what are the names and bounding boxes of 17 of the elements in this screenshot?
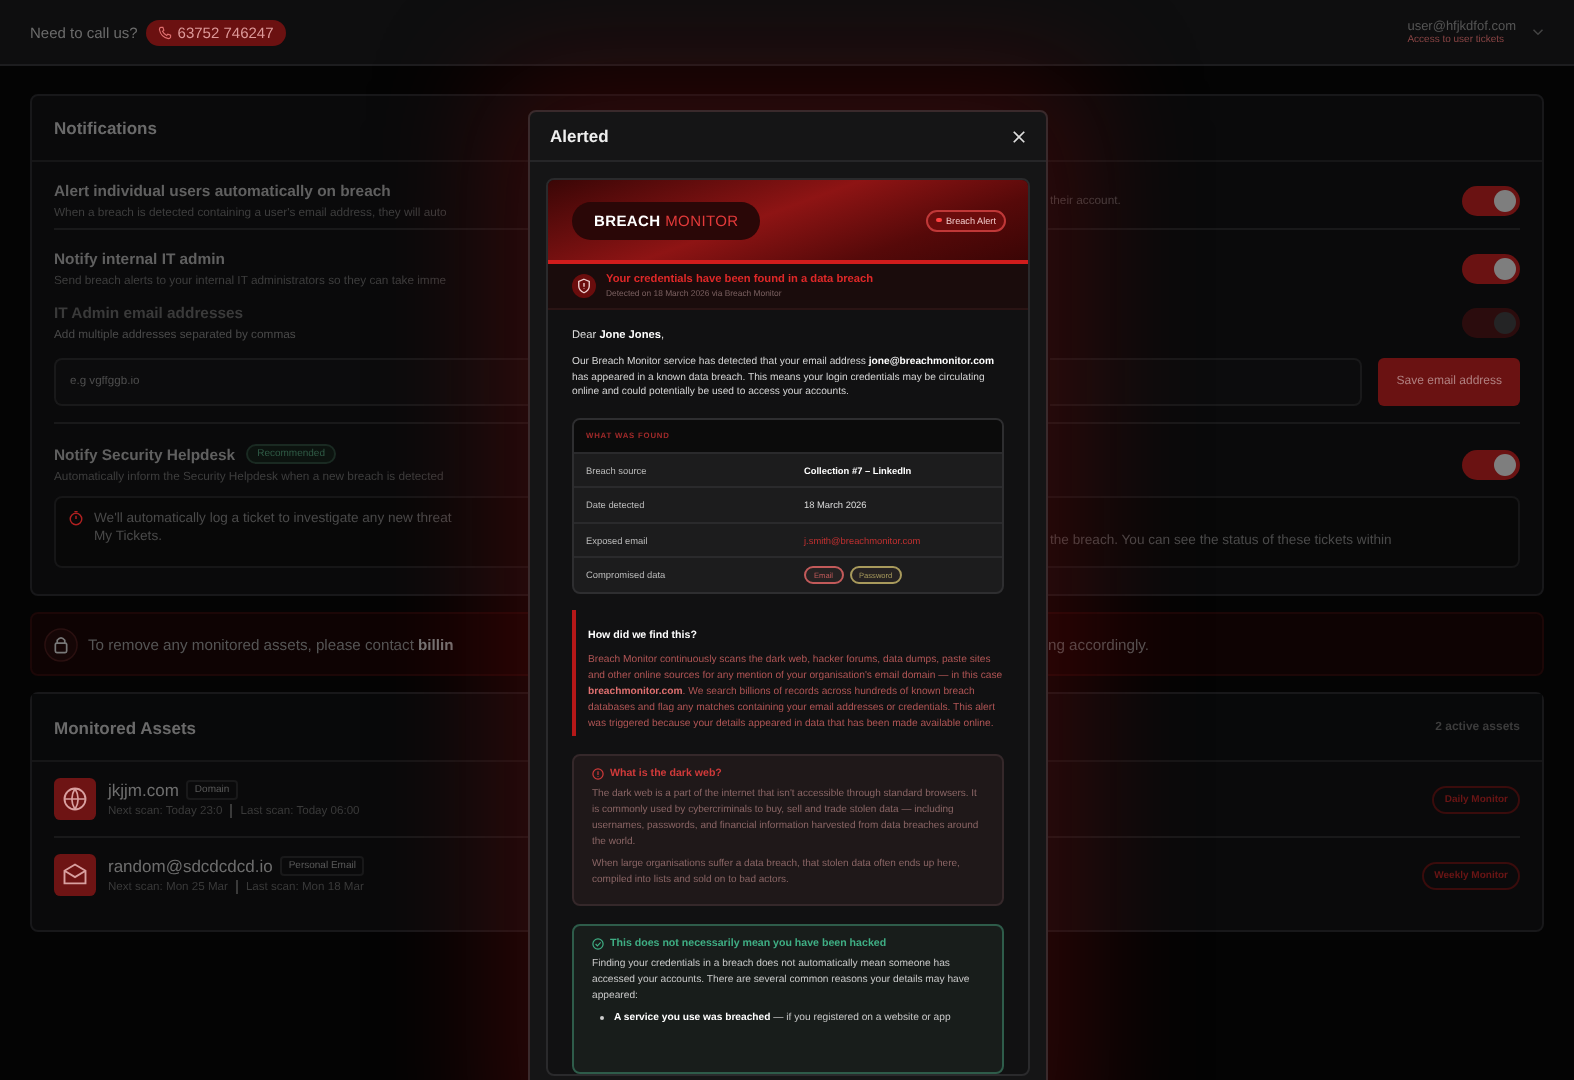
toggle-switch[interactable]: [1462, 254, 1520, 284]
dialog-title: Alerted: [550, 126, 609, 146]
toggle-switch[interactable]: [1462, 449, 1520, 479]
close-icon[interactable]: [1012, 129, 1026, 143]
phone-icon: [157, 25, 172, 39]
card-title: Notifications: [54, 118, 157, 138]
shield-icon: [572, 274, 596, 298]
toggle-switch[interactable]: [1462, 186, 1520, 216]
stopwatch-icon: [68, 510, 84, 526]
envelope-icon: [54, 854, 96, 896]
info-icon: [592, 767, 604, 780]
globe-icon: [54, 778, 96, 820]
lock-icon: [44, 627, 78, 661]
check-circle-icon: [592, 937, 604, 950]
asset-name: random@sdcdcdcd.io: [108, 856, 273, 876]
card-title: Monitored Assets: [54, 717, 197, 737]
asset-name: jkjjm.com: [108, 780, 179, 800]
